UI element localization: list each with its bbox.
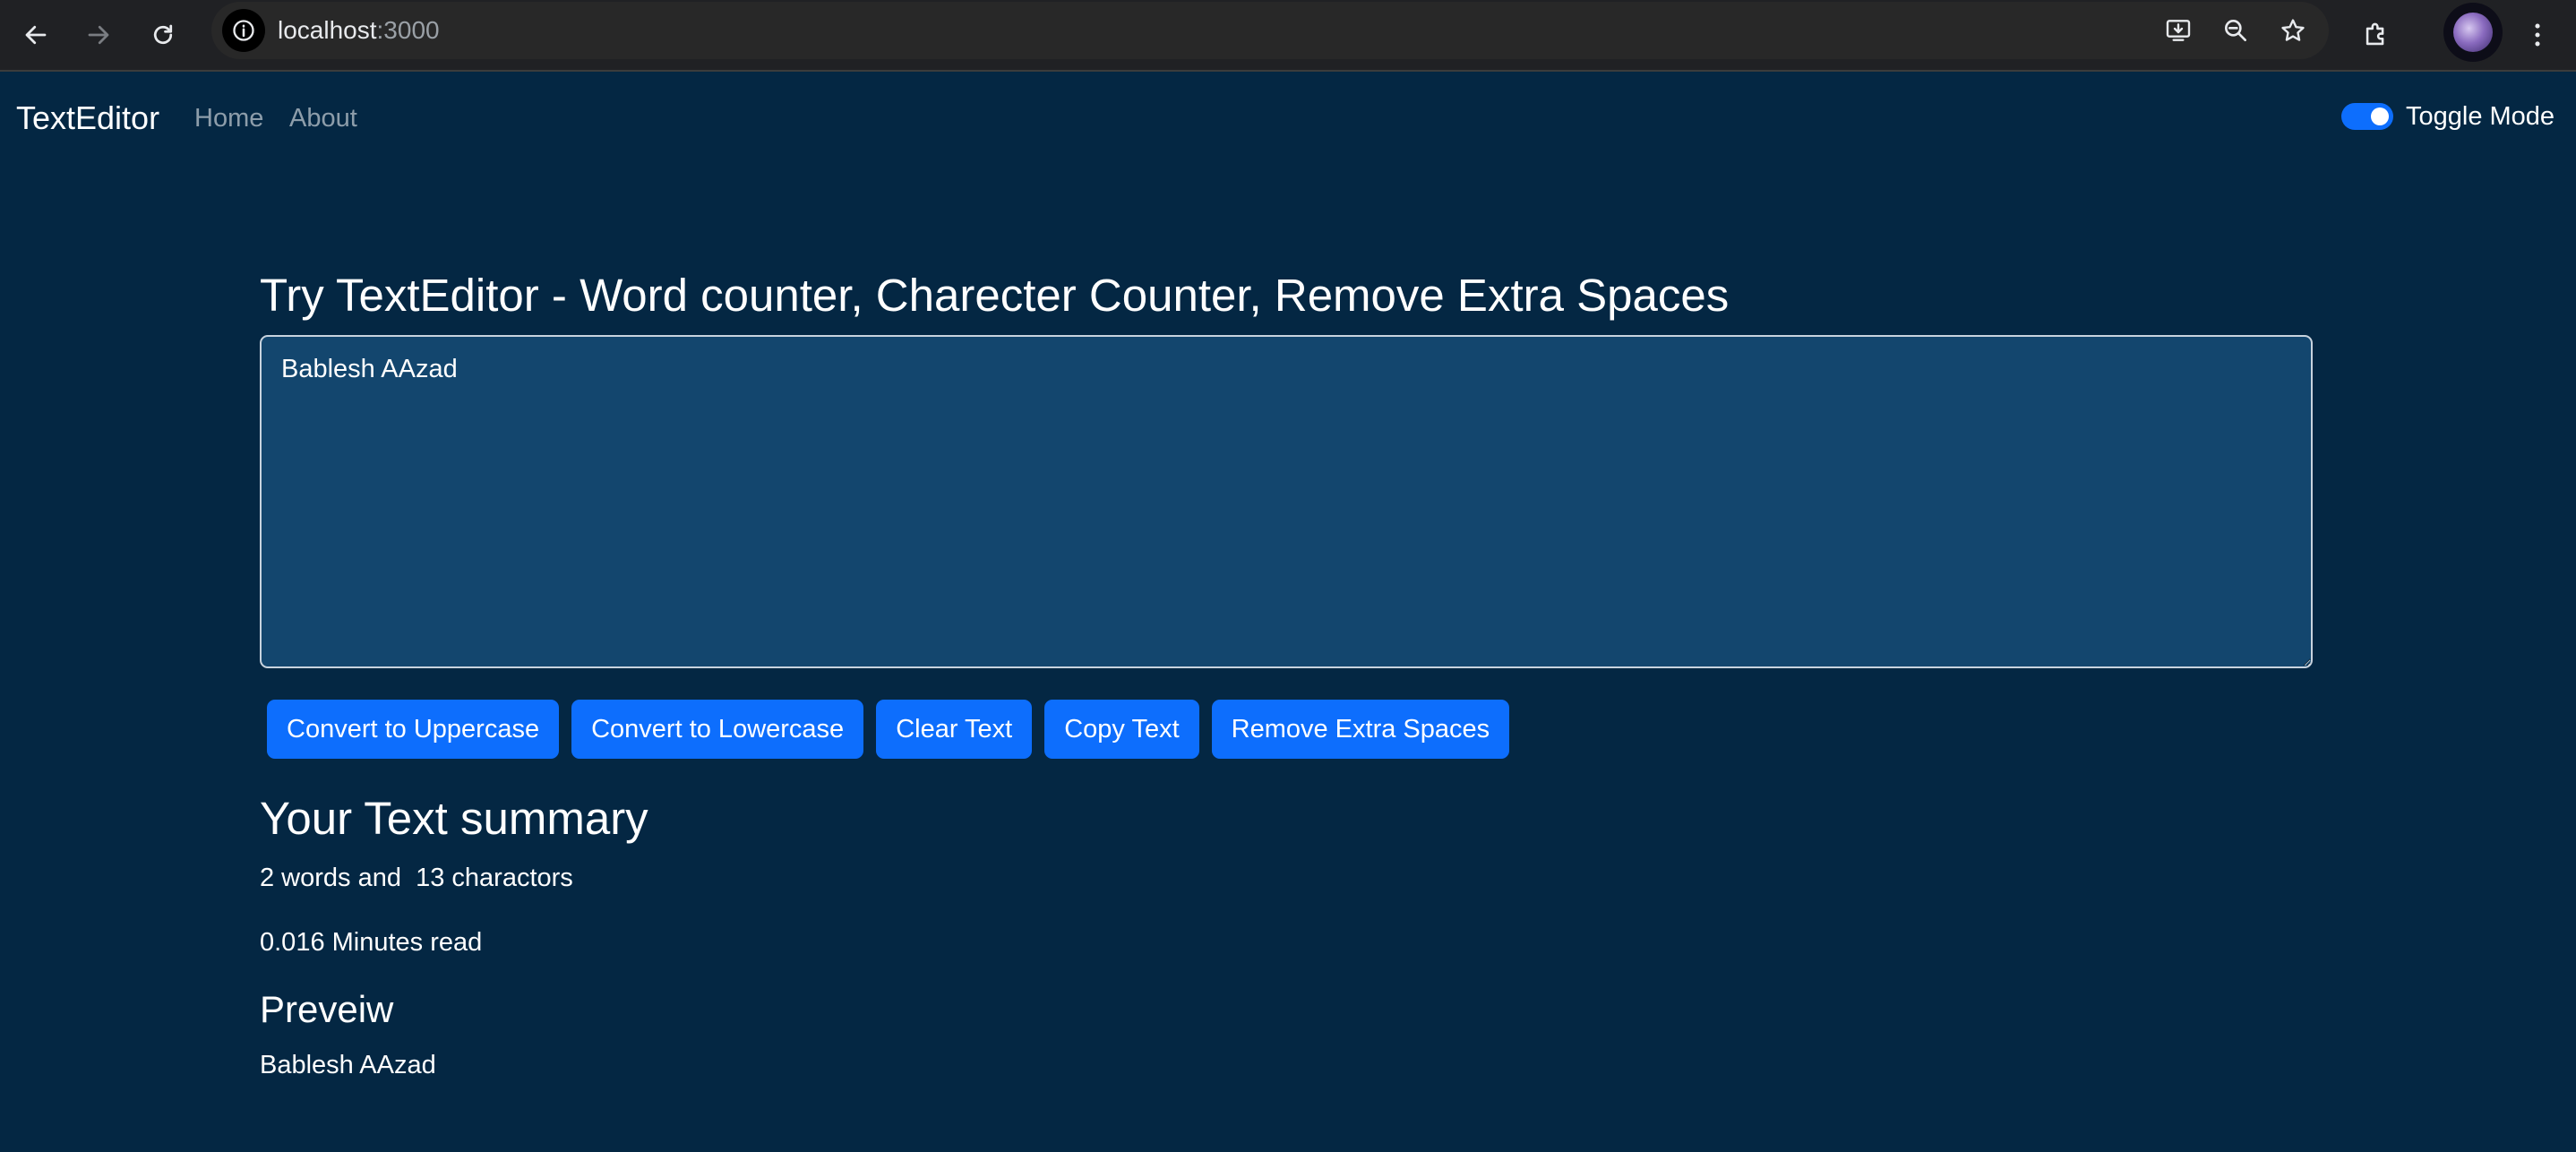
read-time: 0.016 Minutes read	[260, 928, 483, 957]
zoom-button[interactable]	[2216, 11, 2255, 50]
navbar-brand[interactable]: TextEditor	[16, 99, 159, 138]
word-char-count: 2 words and 13 charactors	[260, 864, 573, 892]
extensions-button[interactable]	[2352, 11, 2400, 59]
mode-toggle-switch[interactable]	[2341, 103, 2393, 130]
reload-button[interactable]	[140, 12, 186, 58]
uppercase-button[interactable]: Convert to Uppercase	[267, 700, 560, 759]
toggle-knob	[2371, 107, 2389, 125]
copy-text-button[interactable]: Copy Text	[1044, 700, 1199, 759]
preview-text: Bablesh AAzad	[260, 1051, 436, 1079]
arrow-left-icon	[25, 25, 47, 45]
url-host: localhost	[278, 16, 377, 44]
reload-icon	[153, 24, 173, 45]
install-app-button[interactable]	[2159, 11, 2198, 50]
nav-link-about[interactable]: About	[289, 102, 357, 134]
browser-toolbar: localhost:3000	[0, 0, 2576, 72]
preview-heading: Preveiw	[260, 988, 394, 1030]
puzzle-icon	[2366, 22, 2384, 46]
browser-menu-button[interactable]	[2513, 11, 2562, 59]
url-text[interactable]: localhost:3000	[278, 15, 440, 46]
text-input-area[interactable]: Bablesh AAzad	[260, 335, 2313, 668]
kebab-menu-icon	[2535, 23, 2540, 47]
clear-text-button[interactable]: Clear Text	[876, 700, 1033, 759]
lowercase-button[interactable]: Convert to Lowercase	[571, 700, 864, 759]
page-title: Try TextEditor - Word counter, Charecter…	[260, 270, 1730, 321]
arrow-right-icon	[88, 25, 109, 45]
forward-button[interactable]	[75, 12, 122, 58]
back-button[interactable]	[13, 12, 59, 58]
toggle-mode-label[interactable]: Toggle Mode	[2406, 100, 2555, 133]
action-buttons: Convert to Uppercase Convert to Lowercas…	[267, 700, 1522, 759]
app-navbar: TextEditor Home About Toggle Mode	[0, 73, 2576, 163]
remove-extra-spaces-button[interactable]: Remove Extra Spaces	[1211, 700, 1510, 759]
install-app-icon	[2166, 20, 2191, 41]
nav-link-home[interactable]: Home	[194, 102, 263, 134]
summary-heading: Your Text summary	[260, 793, 648, 844]
bookmark-button[interactable]	[2273, 11, 2313, 50]
url-port: :3000	[376, 16, 440, 44]
star-icon	[2281, 19, 2305, 41]
toggle-mode: Toggle Mode	[2341, 99, 2555, 134]
site-info-button[interactable]	[222, 9, 265, 52]
zoom-out-icon	[2225, 20, 2246, 41]
avatar-image	[2453, 13, 2493, 52]
profile-avatar[interactable]	[2443, 3, 2503, 62]
info-icon	[233, 20, 254, 41]
address-bar[interactable]: localhost:3000	[211, 2, 2329, 59]
